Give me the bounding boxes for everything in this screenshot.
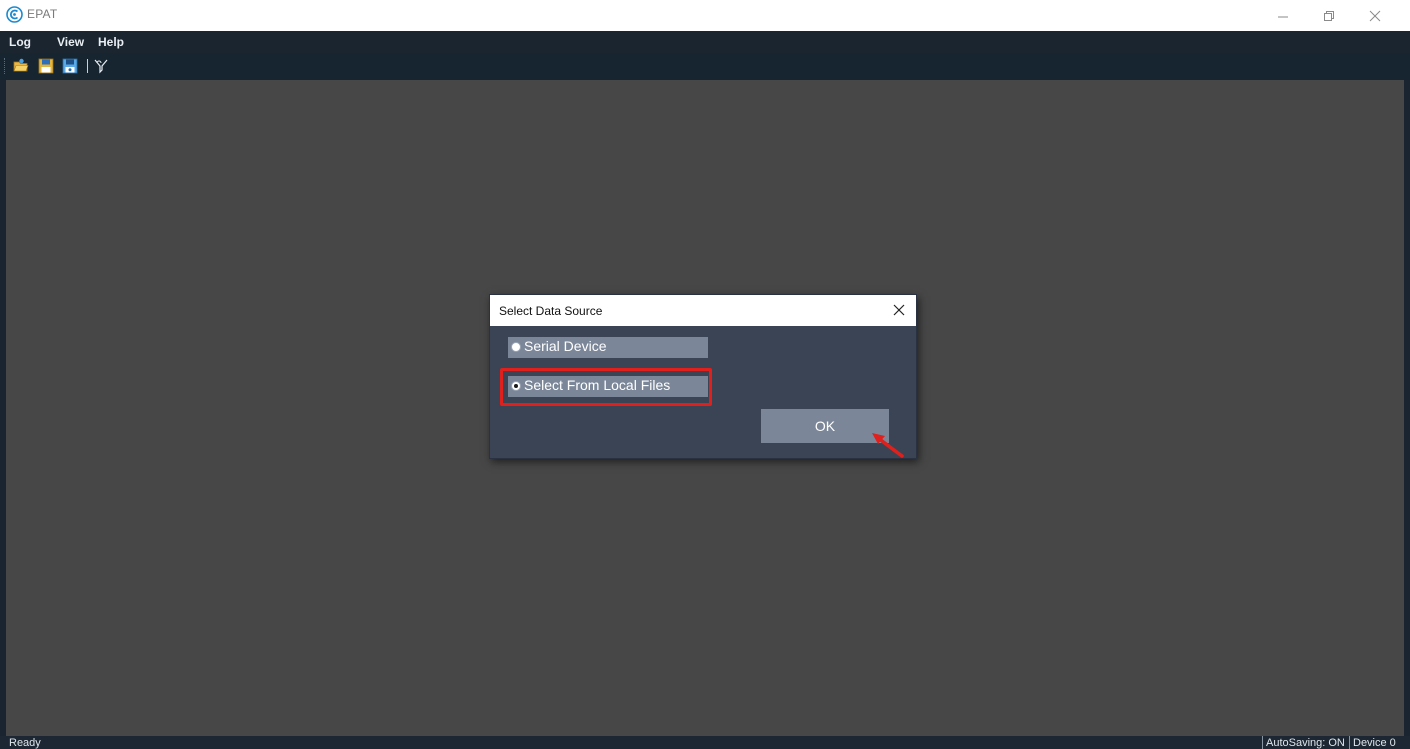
restore-button[interactable] [1306,0,1352,31]
menu-help[interactable]: Help [98,35,124,49]
restore-icon [1324,10,1334,21]
title-bar: EPAT [0,0,1410,31]
annotation-arrow-icon [872,433,904,458]
toolbar [0,53,1410,80]
dialog-title: Select Data Source [499,304,603,318]
annotation-highlight-box [500,368,712,406]
close-icon [1369,10,1381,21]
radio-serial-device[interactable]: Serial Device [508,337,708,358]
toolbar-grip[interactable] [4,58,8,74]
toolbar-separator [87,59,88,73]
open-folder-icon[interactable] [13,58,29,74]
app-logo-icon [6,6,23,23]
menu-log[interactable]: Log [9,35,31,49]
minimize-icon [1278,16,1288,17]
select-data-source-dialog: Select Data Source Serial Device Select … [489,294,917,459]
radio-label: Serial Device [524,338,607,354]
window-title: EPAT [27,7,58,21]
status-device: Device 0 [1353,737,1396,749]
dialog-close-icon[interactable] [890,301,908,319]
radio-button-icon [511,342,521,352]
status-ready: Ready [9,737,41,749]
minimize-button[interactable] [1260,0,1306,31]
dialog-title-bar: Select Data Source [490,295,916,326]
status-autosave: AutoSaving: ON [1266,737,1345,749]
save-as-icon[interactable] [62,58,78,74]
menu-bar: Log View Help [0,31,1410,53]
status-separator [1349,736,1350,749]
save-icon[interactable] [38,58,54,74]
right-frame [1404,80,1410,736]
status-bar: Ready AutoSaving: ON Device 0 [0,736,1410,749]
close-window-button[interactable] [1352,0,1398,31]
menu-view[interactable]: View [57,35,84,49]
status-separator [1262,736,1263,749]
filter-icon[interactable] [93,58,109,74]
